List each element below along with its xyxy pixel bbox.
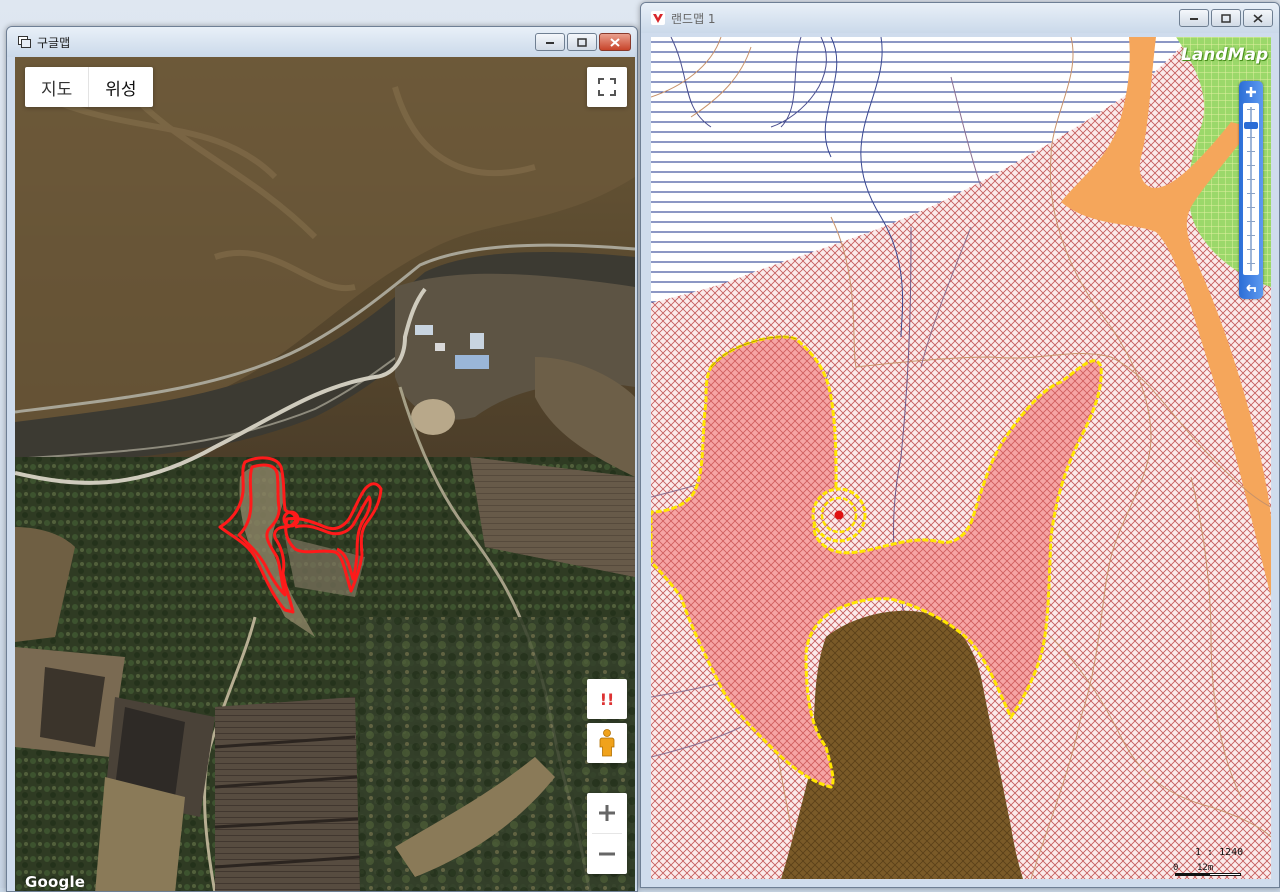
close-button[interactable]	[1243, 9, 1273, 27]
return-icon	[1246, 284, 1256, 292]
landmap-window[interactable]: 랜드맵 1 LandMap 1: 1240 0 12m	[640, 2, 1280, 888]
map-type-satellite-button[interactable]: 위성	[88, 67, 152, 107]
google-window-titlebar[interactable]: 구글맵	[7, 27, 637, 57]
street-view-button[interactable]	[587, 723, 627, 763]
scale-bar-segment	[1209, 873, 1241, 876]
landmap-window-titlebar[interactable]: 랜드맵 1	[641, 3, 1279, 33]
landmap-logo-icon	[651, 11, 665, 25]
zoom-reset-button[interactable]	[1242, 280, 1260, 296]
scale-bar-min: 0	[1173, 863, 1179, 873]
zoom-in-button[interactable]	[1242, 84, 1260, 100]
zoom-tick	[1247, 249, 1255, 250]
fullscreen-button[interactable]	[587, 67, 627, 107]
zoom-track[interactable]	[1243, 103, 1259, 275]
google-logo: Google	[25, 873, 86, 891]
map-type-control: 지도 위성	[25, 67, 153, 107]
scale-ratio: 1 : 1240	[1195, 847, 1244, 858]
google-map-window[interactable]: 구글맵 지도 위성 !! Google	[6, 26, 638, 892]
cadastral-map-canvas	[651, 37, 1271, 879]
zoom-tick	[1247, 193, 1255, 194]
maximize-button[interactable]	[1211, 9, 1241, 27]
window-icon	[17, 35, 31, 49]
scale-bar-max: 12m	[1197, 863, 1214, 873]
zoom-tick	[1247, 165, 1255, 166]
cadastral-map[interactable]: LandMap 1: 1240 0 12m	[651, 37, 1271, 879]
scale-bar: 0 12m	[1173, 863, 1243, 877]
satellite-imagery	[15, 57, 635, 891]
pegman-icon	[599, 729, 615, 757]
zoom-tick	[1247, 109, 1255, 110]
google-window-title: 구글맵	[37, 35, 71, 50]
report-problem-button[interactable]: !!	[587, 679, 627, 719]
zoom-tick	[1247, 207, 1255, 208]
fullscreen-icon	[598, 78, 616, 96]
zoom-tick	[1247, 235, 1255, 236]
zoom-tick	[1247, 137, 1255, 138]
maximize-button[interactable]	[567, 33, 597, 51]
plus-icon	[1246, 87, 1256, 97]
zoom-tick	[1247, 221, 1255, 222]
satellite-map[interactable]: 지도 위성 !! Google	[15, 57, 635, 891]
zoom-in-button[interactable]	[587, 793, 627, 833]
plus-icon	[599, 805, 615, 821]
zoom-control	[587, 793, 627, 874]
landmap-logo: LandMap	[1181, 45, 1269, 65]
zoom-out-button[interactable]	[587, 834, 627, 874]
landmap-window-title: 랜드맵 1	[671, 11, 716, 26]
minimize-button[interactable]	[535, 33, 565, 51]
zoom-slider[interactable]	[1239, 81, 1263, 299]
close-button[interactable]	[599, 33, 631, 51]
zoom-tick	[1247, 263, 1255, 264]
minimize-button[interactable]	[1179, 9, 1209, 27]
zoom-tick	[1247, 151, 1255, 152]
zoom-thumb[interactable]	[1244, 122, 1258, 129]
zoom-rail	[1250, 107, 1252, 271]
map-type-map-button[interactable]: 지도	[25, 67, 88, 107]
zoom-tick	[1247, 179, 1255, 180]
minus-icon	[599, 852, 615, 856]
